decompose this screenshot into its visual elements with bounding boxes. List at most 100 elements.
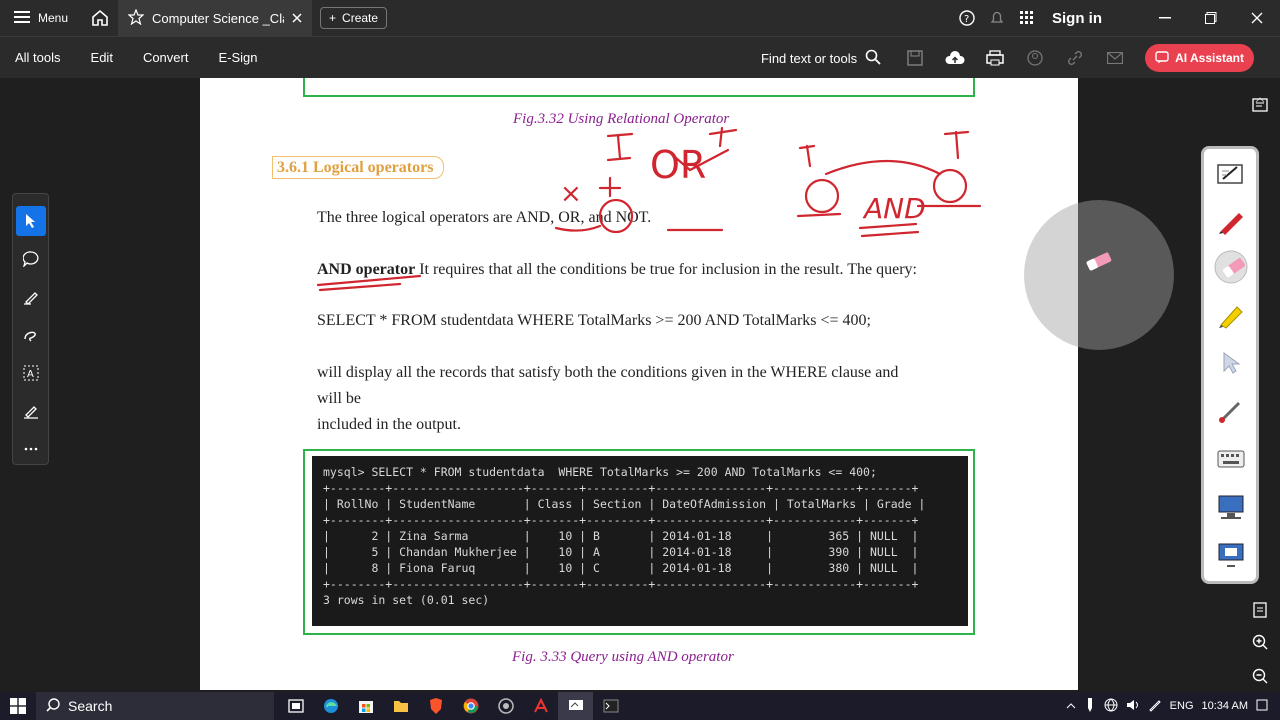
tab-title: Computer Science _Clas... xyxy=(152,10,284,26)
tray-chevron-icon[interactable] xyxy=(1066,700,1076,712)
close-window-icon[interactable] xyxy=(1234,0,1280,36)
yellow-highlighter-icon[interactable] xyxy=(1213,297,1249,333)
terminal-footer: 3 rows in set (0.01 sec) xyxy=(323,593,490,607)
ink-arc xyxy=(824,159,942,176)
esign-menu[interactable]: E-Sign xyxy=(203,50,272,65)
windows-taskbar: Search ENG 10:34 AM xyxy=(0,692,1280,720)
edit-menu[interactable]: Edit xyxy=(76,50,128,65)
upload-cloud-icon[interactable] xyxy=(935,37,975,79)
ink-t-left: T xyxy=(200,78,201,79)
help-icon[interactable]: ? xyxy=(952,0,982,36)
taskbar-search[interactable]: Search xyxy=(36,692,274,720)
more-options-icon[interactable] xyxy=(16,434,46,464)
figure-333-frame: mysql> SELECT * FROM studentdata WHERE T… xyxy=(303,449,975,635)
notepad-icon[interactable] xyxy=(1213,157,1249,193)
page-thumbnails-icon[interactable] xyxy=(1246,596,1274,624)
intro-text: The three logical operators are AND, OR,… xyxy=(317,209,652,226)
draw-freehand-icon[interactable] xyxy=(16,320,46,350)
screen-capture-icon[interactable] xyxy=(1213,489,1249,525)
star-icon[interactable] xyxy=(127,7,145,28)
terminal-row: | 2 | Zina Sarma | 10 | B | 2014-01-18 |… xyxy=(323,529,919,543)
volume-icon[interactable] xyxy=(1126,699,1140,714)
ink-circle-left xyxy=(804,178,840,214)
find-tools-label: Find text or tools xyxy=(760,50,858,66)
close-tab-icon[interactable] xyxy=(292,11,302,26)
pen-tools-panel xyxy=(1201,146,1259,584)
ink-cross: × xyxy=(560,179,582,209)
minimize-icon[interactable] xyxy=(1142,0,1188,36)
screen-share-icon[interactable] xyxy=(1213,537,1249,573)
notification-icon[interactable] xyxy=(1256,699,1268,714)
svg-text:?: ? xyxy=(964,14,969,25)
file-explorer-icon[interactable] xyxy=(383,692,418,720)
find-tools-button[interactable]: Find text or tools xyxy=(761,49,881,68)
ai-assistant-button[interactable]: AI Assistant xyxy=(1145,44,1254,72)
text-box-icon[interactable]: A xyxy=(16,358,46,388)
pointer-arrow-icon[interactable] xyxy=(1213,345,1249,381)
toolbar-right: Find text or tools AI Assistant xyxy=(761,37,1280,79)
restore-icon[interactable] xyxy=(1188,0,1234,36)
terminal-app-icon[interactable] xyxy=(593,692,628,720)
ai-assistant-label: AI Assistant xyxy=(1175,51,1244,65)
menu-button[interactable]: Menu xyxy=(0,0,82,36)
bell-icon[interactable] xyxy=(982,0,1012,36)
vpn-app-icon[interactable] xyxy=(488,692,523,720)
ink-t-mark xyxy=(708,126,738,148)
windows-start-icon[interactable] xyxy=(0,692,36,720)
apps-grid-icon[interactable] xyxy=(1012,0,1042,36)
search-icon xyxy=(865,49,881,68)
convert-menu[interactable]: Convert xyxy=(128,50,204,65)
language-indicator[interactable]: ENG xyxy=(1170,700,1194,712)
ink-or-word: OR xyxy=(650,143,706,187)
zoom-out-icon[interactable] xyxy=(1246,662,1274,690)
and-operator-paragraph: AND operator It requires that all the co… xyxy=(317,261,917,279)
brave-browser-icon[interactable] xyxy=(418,692,453,720)
ink-t-right: T xyxy=(200,78,201,79)
keyboard-icon[interactable] xyxy=(1213,441,1249,477)
print-icon[interactable] xyxy=(975,37,1015,79)
comments-panel-icon[interactable] xyxy=(1246,92,1274,120)
system-tray: ENG 10:34 AM xyxy=(1066,692,1280,720)
edge-browser-icon[interactable] xyxy=(313,692,348,720)
hamburger-icon xyxy=(14,10,30,26)
terminal-border-bottom: +--------+-------------------+-------+--… xyxy=(323,577,919,591)
figure-333-caption: Fig. 3.33 Query using AND operator xyxy=(512,649,734,665)
task-view-icon[interactable] xyxy=(278,692,313,720)
select-cursor-icon[interactable] xyxy=(15,206,46,236)
ms-store-icon[interactable] xyxy=(348,692,383,720)
search-icon xyxy=(46,697,60,715)
whiteboard-app-icon[interactable] xyxy=(558,692,593,720)
display-line-1: will display all the records that satisf… xyxy=(317,364,899,381)
terminal-row: | 5 | Chandan Mukherjee | 10 | A | 2014-… xyxy=(323,545,919,559)
ink-and-left-line xyxy=(796,212,842,218)
eraser-icon[interactable] xyxy=(1213,249,1249,285)
taskbar-search-label: Search xyxy=(68,698,113,714)
zoom-in-icon[interactable] xyxy=(1246,628,1274,656)
pen-tray-icon[interactable] xyxy=(1084,697,1096,715)
all-tools-menu[interactable]: All tools xyxy=(0,50,76,65)
save-icon[interactable] xyxy=(895,37,935,79)
comment-icon[interactable] xyxy=(16,244,46,274)
pen-settings-icon[interactable] xyxy=(1148,698,1162,715)
share-user-icon[interactable] xyxy=(1015,37,1055,79)
clock-time[interactable]: 10:34 AM xyxy=(1202,700,1248,712)
network-globe-icon[interactable] xyxy=(1104,698,1118,715)
create-button[interactable]: + Create xyxy=(320,7,388,29)
pdf-page: Fig.3.32 Using Relational Operator 3.6.1… xyxy=(200,78,1078,690)
ink-check-mark xyxy=(674,148,730,172)
chrome-browser-icon[interactable] xyxy=(453,692,488,720)
mail-icon[interactable] xyxy=(1095,37,1135,79)
highlight-pen-icon[interactable] xyxy=(16,282,46,312)
terminal-row: | 8 | Fiona Faruq | 10 | C | 2014-01-18 … xyxy=(323,561,919,575)
terminal-border-top: +--------+-------------------+-------+--… xyxy=(323,481,919,495)
sign-icon[interactable] xyxy=(16,396,46,426)
document-tab[interactable]: Computer Science _Clas... xyxy=(118,0,313,36)
section-title: 3.6.1 Logical operators xyxy=(272,156,445,179)
home-icon[interactable] xyxy=(82,0,118,36)
link-icon[interactable] xyxy=(1055,37,1095,79)
acrobat-icon[interactable] xyxy=(523,692,558,720)
sign-in-button[interactable]: Sign in xyxy=(1052,10,1102,27)
laser-pen-icon[interactable] xyxy=(1213,393,1249,429)
create-label: Create xyxy=(342,11,379,25)
red-pen-icon[interactable] xyxy=(1213,203,1249,239)
